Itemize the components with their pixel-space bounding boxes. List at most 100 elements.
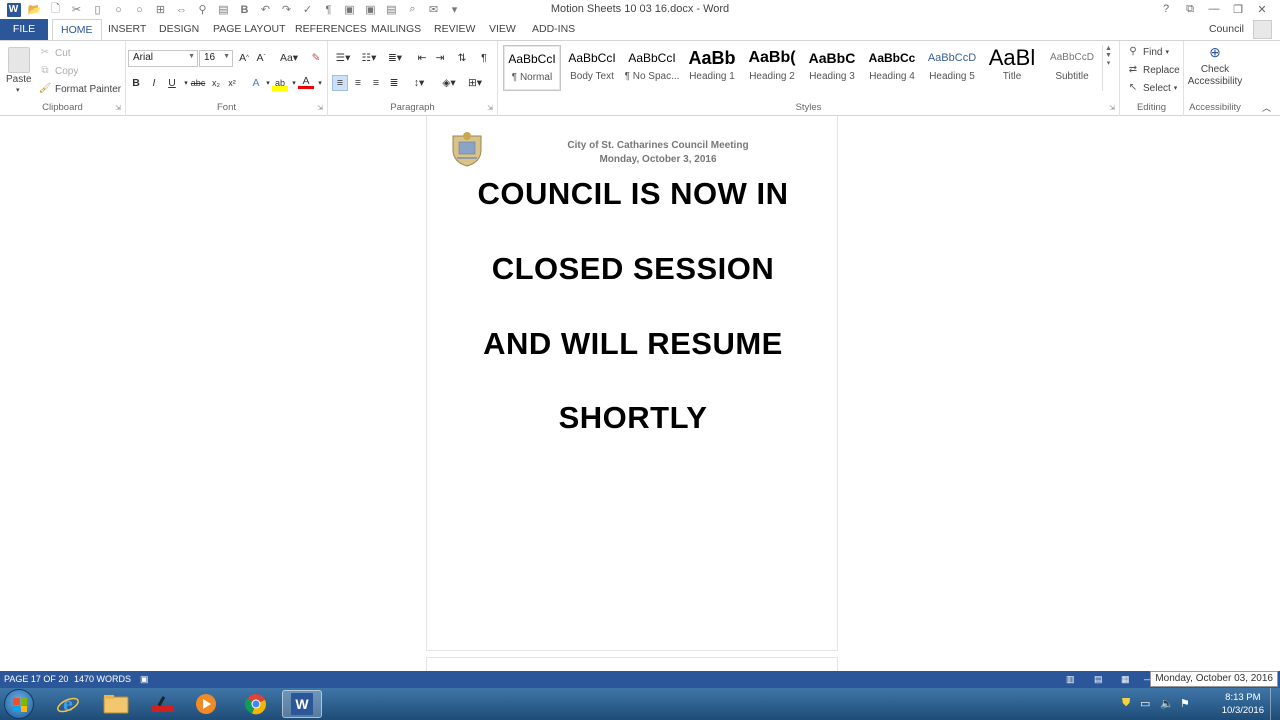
- style-preview: AaBl: [988, 45, 1036, 70]
- styles-gallery-scroll[interactable]: ▲ ▼ ▾: [1102, 45, 1114, 91]
- superscript-button[interactable]: x²: [224, 75, 240, 91]
- action-center-flag-icon[interactable]: ⚑: [1180, 697, 1190, 710]
- increase-indent-icon[interactable]: ⇥: [432, 50, 448, 66]
- tab-mailings[interactable]: MAILINGS: [363, 19, 429, 40]
- word-taskbar-icon[interactable]: W: [282, 690, 322, 718]
- font-size-combo[interactable]: 16 ▼: [199, 50, 233, 67]
- clock[interactable]: 8:13 PM 10/3/2016: [1222, 691, 1264, 717]
- clear-formatting-icon[interactable]: ✎: [308, 50, 324, 66]
- italic-button[interactable]: I: [146, 75, 162, 91]
- font-launcher-icon[interactable]: ⇲: [317, 104, 323, 112]
- paragraph-launcher-icon[interactable]: ⇲: [487, 104, 493, 112]
- ribbon-display-options-icon[interactable]: ⧉: [1180, 1, 1200, 17]
- network-icon[interactable]: ▭: [1140, 697, 1150, 710]
- paste-button[interactable]: Paste: [6, 74, 32, 85]
- format-painter-button[interactable]: 🖌 Format Painter: [38, 82, 122, 96]
- check-accessibility-button[interactable]: ⊕ Check Accessibility: [1184, 45, 1246, 87]
- style-body-text[interactable]: AaBbCcI Body Text: [563, 45, 621, 91]
- paste-clipboard-icon[interactable]: [8, 47, 30, 73]
- styles-launcher-icon[interactable]: ⇲: [1109, 104, 1115, 112]
- next-page[interactable]: [426, 657, 838, 671]
- style-heading-3[interactable]: AaBbC Heading 3: [803, 45, 861, 91]
- red-app-icon[interactable]: [143, 690, 183, 718]
- sort-icon[interactable]: ⇅: [454, 50, 470, 66]
- tab-file[interactable]: FILE: [0, 19, 48, 40]
- proofing-icon[interactable]: ▣: [140, 674, 149, 685]
- web-layout-icon[interactable]: ▦: [1121, 674, 1130, 685]
- file-explorer-icon[interactable]: [96, 690, 136, 718]
- document-page[interactable]: City of St. Catharines Council Meeting M…: [426, 116, 838, 651]
- tab-home[interactable]: HOME: [52, 19, 102, 41]
- style-heading-2[interactable]: AaBb(Heading 2: [743, 45, 801, 91]
- document-area[interactable]: City of St. Catharines Council Meeting M…: [0, 116, 1280, 671]
- grow-font-icon[interactable]: A ^: [236, 50, 252, 66]
- notice-line-4: SHORTLY: [558, 400, 708, 435]
- shading-icon[interactable]: ◈▾: [438, 75, 460, 91]
- chrome-icon[interactable]: [236, 690, 276, 718]
- account-name[interactable]: Council: [1209, 23, 1244, 35]
- bold-button[interactable]: B: [128, 75, 144, 91]
- numbering-icon[interactable]: ☷▾: [358, 50, 380, 66]
- font-color-dropdown-icon[interactable]: ▾: [312, 75, 328, 91]
- align-center-button[interactable]: ≡: [350, 75, 366, 91]
- justify-button[interactable]: ≣: [386, 75, 402, 91]
- clipboard-launcher-icon[interactable]: ⇲: [115, 104, 121, 112]
- media-player-icon[interactable]: [186, 690, 226, 718]
- style-subtitle[interactable]: AaBbCcD Subtitle: [1043, 45, 1101, 91]
- font-family-combo[interactable]: Arial ▼: [128, 50, 198, 67]
- style-name: Body Text: [570, 71, 614, 82]
- tab-page-layout[interactable]: PAGE LAYOUT: [205, 19, 294, 40]
- tab-add-ins[interactable]: ADD-INS: [524, 19, 583, 40]
- start-button[interactable]: [4, 689, 34, 719]
- multilevel-list-icon[interactable]: ≣▾: [384, 50, 406, 66]
- tab-references[interactable]: REFERENCES: [287, 19, 375, 40]
- format-painter-label: Format Painter: [55, 83, 122, 95]
- restore-icon[interactable]: ❐: [1228, 1, 1248, 17]
- change-case-icon[interactable]: Aa▾: [278, 50, 300, 66]
- subscript-button[interactable]: x₂: [208, 75, 224, 91]
- style-preview: AaBbCcI: [508, 52, 556, 66]
- style-title[interactable]: AaBl Title: [983, 45, 1041, 91]
- strikethrough-button[interactable]: abc: [190, 75, 206, 91]
- show-hide-paragraph-icon[interactable]: ¶: [476, 50, 492, 66]
- line-spacing-icon[interactable]: ↕▾: [408, 75, 430, 91]
- word-count[interactable]: 1470 WORDS: [74, 674, 131, 684]
- borders-icon[interactable]: ⊞▾: [464, 75, 486, 91]
- style-heading-5[interactable]: AaBbCcD Heading 5: [923, 45, 981, 91]
- decrease-indent-icon[interactable]: ⇤: [414, 50, 430, 66]
- replace-button[interactable]: ⇄ Replace: [1126, 63, 1180, 77]
- tab-insert[interactable]: INSERT: [100, 19, 154, 40]
- close-icon[interactable]: ✕: [1252, 1, 1272, 17]
- collapse-ribbon-icon[interactable]: ︿: [1262, 101, 1271, 114]
- page-count[interactable]: PAGE 17 OF 20: [4, 674, 68, 684]
- shield-icon[interactable]: ⛊: [1122, 697, 1130, 710]
- tab-design[interactable]: DESIGN: [151, 19, 207, 40]
- read-mode-icon[interactable]: ▥: [1066, 674, 1075, 685]
- show-desktop-button[interactable]: [1270, 688, 1280, 720]
- window-title: Motion Sheets 10 03 16.docx - Word: [550, 3, 730, 15]
- bullets-icon[interactable]: ☰▾: [332, 50, 354, 66]
- minimize-icon[interactable]: —: [1204, 1, 1224, 17]
- clipboard-group-label: Clipboard: [42, 102, 83, 113]
- style-heading-1[interactable]: AaBb Heading 1: [683, 45, 741, 91]
- shrink-font-icon[interactable]: Aˇ: [253, 50, 269, 66]
- align-right-button[interactable]: ≡: [368, 75, 384, 91]
- style-normal[interactable]: AaBbCcI ¶ Normal: [503, 45, 561, 91]
- volume-icon[interactable]: 🔈: [1160, 697, 1174, 710]
- align-left-button[interactable]: ≡: [332, 75, 348, 91]
- help-icon[interactable]: ?: [1156, 1, 1176, 17]
- style-no-spacing[interactable]: AaBbCcI ¶ No Spac...: [623, 45, 681, 91]
- paste-dropdown-icon[interactable]: ▾: [16, 86, 20, 94]
- style-heading-4[interactable]: AaBbCc Heading 4: [863, 45, 921, 91]
- copy-button[interactable]: ⧉ Copy: [38, 64, 78, 78]
- cut-button[interactable]: ✂ Cut: [38, 46, 71, 60]
- style-name: Heading 1: [689, 71, 735, 82]
- select-button[interactable]: ↖ Select ▾: [1126, 81, 1178, 95]
- print-layout-icon[interactable]: ▤: [1094, 674, 1103, 685]
- internet-explorer-icon[interactable]: e: [48, 690, 88, 718]
- replace-icon: ⇄: [1128, 64, 1138, 75]
- tab-review[interactable]: REVIEW: [426, 19, 483, 40]
- avatar[interactable]: [1253, 20, 1272, 39]
- tab-view[interactable]: VIEW: [481, 19, 524, 40]
- find-button[interactable]: ⚲ Find ▾: [1126, 45, 1169, 59]
